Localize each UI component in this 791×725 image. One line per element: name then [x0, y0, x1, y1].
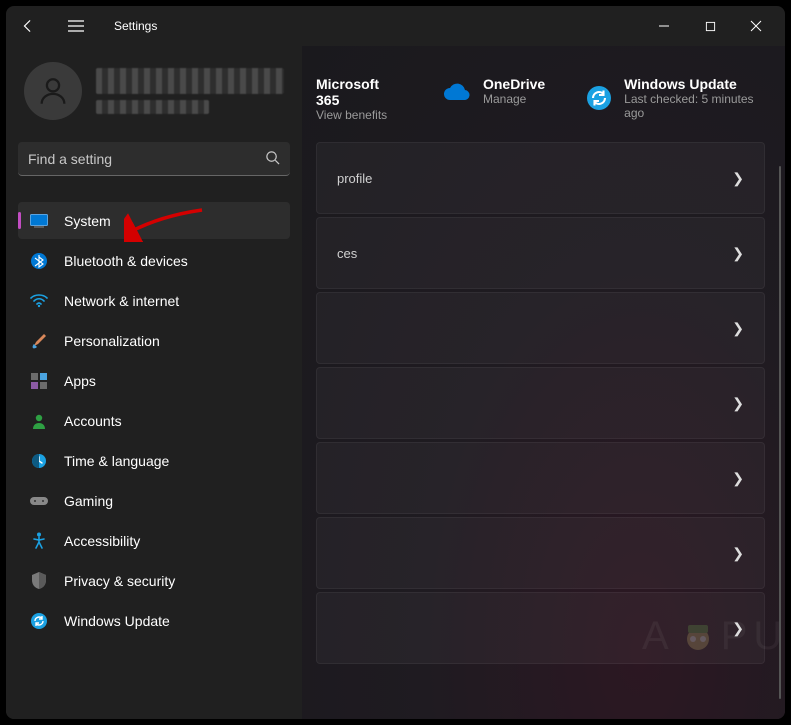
list-item[interactable]: ❯: [316, 292, 765, 364]
settings-list: profile ❯ ces ❯ ❯ ❯ ❯: [316, 142, 765, 664]
window-title: Settings: [114, 19, 157, 33]
profile-section[interactable]: [18, 46, 290, 138]
sidebar-item-privacy[interactable]: Privacy & security: [18, 562, 290, 599]
titlebar: Settings: [6, 6, 785, 46]
chevron-right-icon: ❯: [732, 545, 744, 562]
list-item-label: profile: [337, 171, 732, 186]
sidebar-item-bluetooth[interactable]: Bluetooth & devices: [18, 242, 290, 279]
shield-icon: [30, 572, 48, 590]
status-title: OneDrive: [483, 76, 545, 92]
sidebar-item-label: Accessibility: [64, 533, 140, 549]
avatar: [24, 62, 82, 120]
sidebar-nav: System Bluetooth & devices Network & int…: [18, 202, 290, 639]
status-card-update[interactable]: Windows Update Last checked: 5 minutes a…: [585, 76, 771, 120]
chevron-right-icon: ❯: [732, 470, 744, 487]
sidebar-item-gaming[interactable]: Gaming: [18, 482, 290, 519]
update-icon: [30, 612, 48, 630]
chevron-right-icon: ❯: [732, 320, 744, 337]
minimize-button[interactable]: [641, 10, 687, 42]
sidebar-item-label: Bluetooth & devices: [64, 253, 188, 269]
status-subtitle: Manage: [483, 92, 545, 106]
list-item[interactable]: ❯: [316, 442, 765, 514]
wifi-icon: [30, 292, 48, 310]
chevron-right-icon: ❯: [732, 245, 744, 262]
list-item[interactable]: profile ❯: [316, 142, 765, 214]
status-card-ms365[interactable]: Microsoft 365 View benefits: [316, 76, 403, 122]
watermark: A PUALS: [642, 614, 785, 659]
sidebar-item-label: Apps: [64, 373, 96, 389]
maximize-button[interactable]: [687, 10, 733, 42]
sidebar-item-personalization[interactable]: Personalization: [18, 322, 290, 359]
clock-icon: [30, 452, 48, 470]
chevron-right-icon: ❯: [732, 395, 744, 412]
status-card-onedrive[interactable]: OneDrive Manage: [443, 76, 545, 106]
sidebar: System Bluetooth & devices Network & int…: [6, 46, 302, 719]
search-input[interactable]: [28, 151, 265, 167]
sidebar-item-label: Network & internet: [64, 293, 179, 309]
top-status-row: Microsoft 365 View benefits OneDrive Man…: [316, 76, 771, 122]
sidebar-item-label: Windows Update: [64, 613, 170, 629]
sidebar-item-label: Time & language: [64, 453, 169, 469]
sidebar-item-network[interactable]: Network & internet: [18, 282, 290, 319]
update-status-icon: [585, 84, 612, 112]
watermark-icon: [677, 616, 719, 658]
menu-button[interactable]: [60, 10, 92, 42]
close-button[interactable]: [733, 10, 779, 42]
status-subtitle: View benefits: [316, 108, 403, 122]
status-subtitle: Last checked: 5 minutes ago: [624, 92, 771, 120]
search-box[interactable]: [18, 142, 290, 176]
apps-icon: [30, 372, 48, 390]
sidebar-item-label: Privacy & security: [64, 573, 175, 589]
sidebar-item-time-language[interactable]: Time & language: [18, 442, 290, 479]
list-item[interactable]: ces ❯: [316, 217, 765, 289]
main-content: Microsoft 365 View benefits OneDrive Man…: [302, 46, 785, 719]
list-item[interactable]: ❯: [316, 517, 765, 589]
system-icon: [30, 212, 48, 230]
status-title: Microsoft 365: [316, 76, 403, 108]
onedrive-icon: [443, 77, 471, 105]
sidebar-item-accounts[interactable]: Accounts: [18, 402, 290, 439]
sidebar-item-windows-update[interactable]: Windows Update: [18, 602, 290, 639]
search-icon: [265, 150, 280, 168]
sidebar-item-system[interactable]: System: [18, 202, 290, 239]
accessibility-icon: [30, 532, 48, 550]
bluetooth-icon: [30, 252, 48, 270]
list-item[interactable]: ❯: [316, 367, 765, 439]
profile-name: [96, 68, 284, 114]
brush-icon: [30, 332, 48, 350]
sidebar-item-label: Personalization: [64, 333, 160, 349]
sidebar-item-apps[interactable]: Apps: [18, 362, 290, 399]
gamepad-icon: [30, 492, 48, 510]
sidebar-item-label: Accounts: [64, 413, 122, 429]
list-item-label: ces: [337, 246, 732, 261]
sidebar-item-accessibility[interactable]: Accessibility: [18, 522, 290, 559]
sidebar-item-label: System: [64, 213, 111, 229]
back-button[interactable]: [12, 10, 44, 42]
status-title: Windows Update: [624, 76, 771, 92]
chevron-right-icon: ❯: [732, 170, 744, 187]
accounts-icon: [30, 412, 48, 430]
sidebar-item-label: Gaming: [64, 493, 113, 509]
settings-window: Settings: [6, 6, 785, 719]
